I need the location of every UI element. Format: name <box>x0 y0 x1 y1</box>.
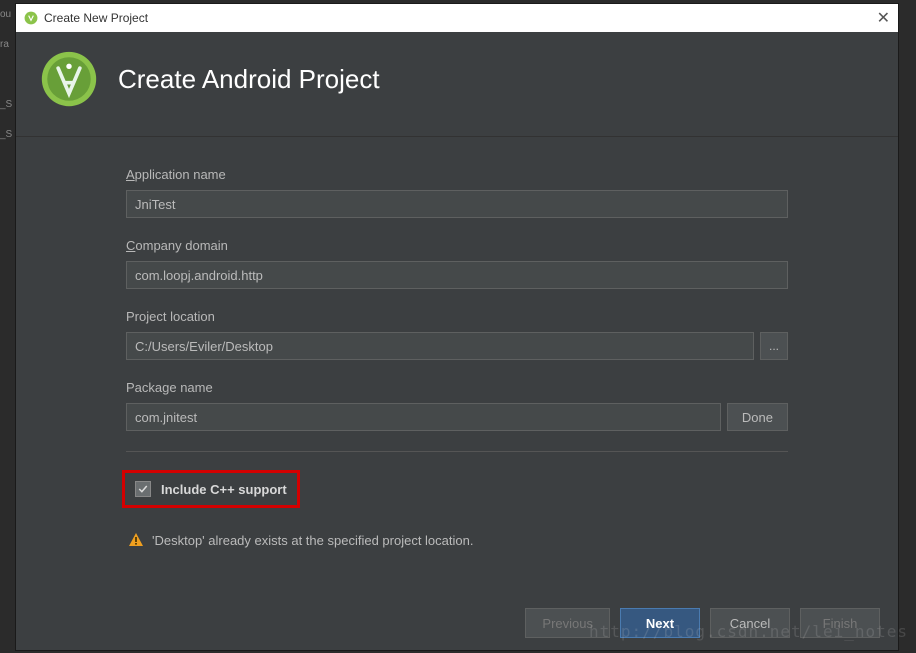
project-location-input[interactable] <box>126 332 754 360</box>
android-logo-icon <box>40 50 98 108</box>
company-domain-input[interactable] <box>126 261 788 289</box>
project-location-label: Project location <box>126 309 788 324</box>
browse-location-button[interactable]: ... <box>760 332 788 360</box>
titlebar: Create New Project ✕ <box>16 4 898 32</box>
cancel-button[interactable]: Cancel <box>710 608 790 638</box>
android-studio-icon <box>24 11 38 25</box>
next-button[interactable]: Next <box>620 608 700 638</box>
window-title: Create New Project <box>44 11 148 25</box>
previous-button: Previous <box>525 608 610 638</box>
checkmark-icon <box>137 483 149 495</box>
cpp-support-highlight: Include C++ support <box>122 470 300 508</box>
warning-icon <box>128 532 144 548</box>
dialog-header: Create Android Project <box>16 32 898 137</box>
package-name-label: Package name <box>126 380 788 395</box>
done-button[interactable]: Done <box>727 403 788 431</box>
warning-text: 'Desktop' already exists at the specifie… <box>152 533 473 548</box>
cpp-support-label: Include C++ support <box>161 482 287 497</box>
background-editor: oura _S_S <box>0 0 12 150</box>
form-content: Application name Company domain Project … <box>16 137 898 548</box>
finish-button: Finish <box>800 608 880 638</box>
close-icon[interactable]: ✕ <box>877 8 890 28</box>
application-name-label: Application name <box>126 167 788 182</box>
page-title: Create Android Project <box>118 64 380 95</box>
warning-message: 'Desktop' already exists at the specifie… <box>126 532 788 548</box>
divider <box>126 451 788 452</box>
create-project-dialog: Create New Project ✕ Create Android Proj… <box>15 3 899 651</box>
package-name-input[interactable] <box>126 403 721 431</box>
dialog-footer: Previous Next Cancel Finish <box>525 608 880 638</box>
application-name-input[interactable] <box>126 190 788 218</box>
company-domain-label: Company domain <box>126 238 788 253</box>
cpp-support-checkbox[interactable] <box>135 481 151 497</box>
